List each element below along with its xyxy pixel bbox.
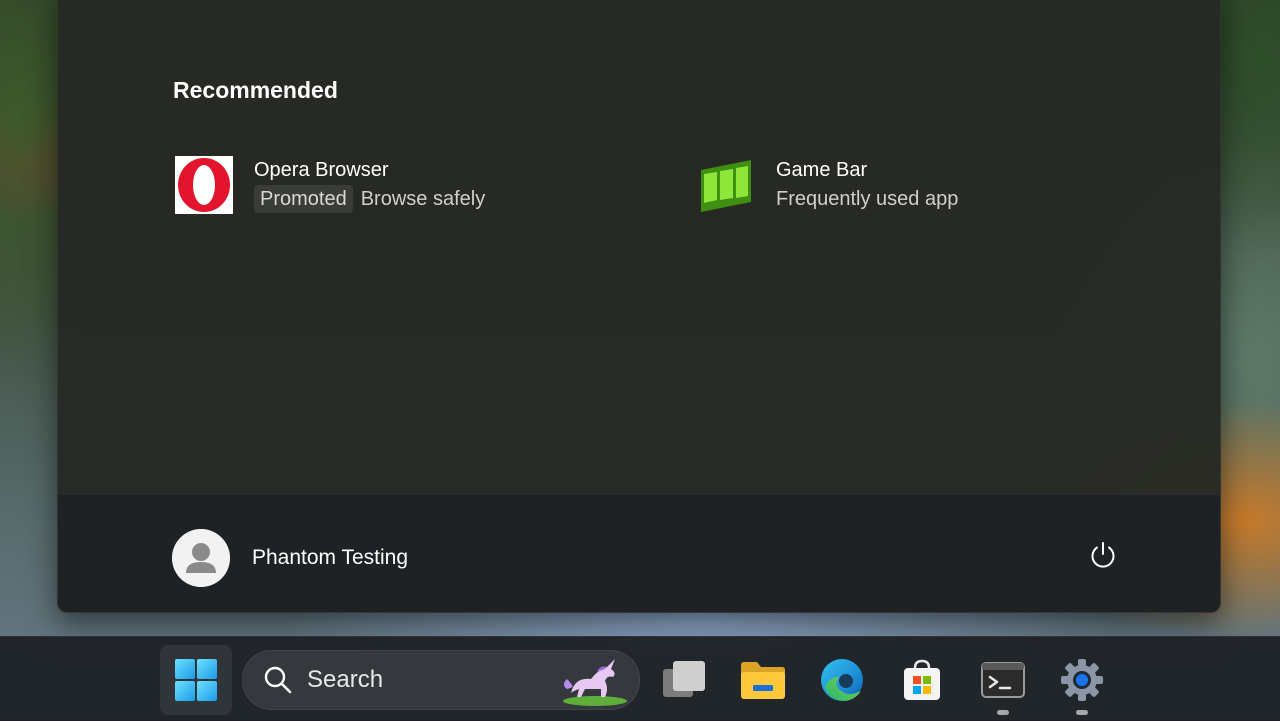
gear-icon	[1061, 659, 1103, 701]
power-icon	[1091, 542, 1115, 568]
recommended-title: Recommended	[173, 77, 338, 103]
start-menu-footer: Phantom Testing	[58, 494, 1220, 612]
opera-subtitle: Browse safely	[360, 188, 486, 210]
terminal-button[interactable]	[967, 645, 1039, 715]
taskbar: Search	[0, 636, 1280, 721]
search-icon	[264, 666, 292, 694]
start-button[interactable]	[160, 645, 232, 715]
windows-logo-icon	[175, 659, 217, 701]
user-account-button[interactable]: Phantom Testing	[172, 525, 416, 591]
recommended-item-game-bar[interactable]: Game Bar Frequently used app	[696, 155, 958, 215]
task-view-button[interactable]	[648, 645, 720, 715]
edge-button[interactable]	[806, 645, 878, 715]
running-indicator	[1076, 710, 1088, 715]
promoted-badge: Promoted	[254, 185, 353, 213]
terminal-icon	[981, 662, 1025, 698]
folder-icon	[741, 662, 785, 699]
game-bar-subtitle: Frequently used app	[776, 188, 959, 210]
search-label: Search	[307, 666, 384, 693]
opera-name: Opera Browser	[254, 159, 389, 181]
game-bar-icon	[696, 155, 756, 215]
edge-icon	[821, 659, 863, 701]
file-explorer-button[interactable]	[727, 645, 799, 715]
task-view-icon	[663, 661, 705, 697]
power-button[interactable]	[1086, 538, 1120, 572]
recommended-item-opera[interactable]: Opera Browser Promoted Browse safely	[174, 155, 485, 215]
opera-icon	[174, 155, 234, 215]
store-icon	[904, 659, 940, 700]
game-bar-name: Game Bar	[776, 159, 868, 181]
start-menu: Recommended Opera Browser Promoted Brows…	[57, 0, 1221, 613]
taskbar-search-box[interactable]: Search	[242, 650, 640, 710]
microsoft-store-button[interactable]	[886, 645, 958, 715]
running-indicator	[997, 710, 1009, 715]
user-name: Phantom Testing	[252, 546, 409, 569]
settings-button[interactable]	[1046, 645, 1118, 715]
user-avatar-icon	[172, 529, 230, 587]
unicorn-icon	[563, 659, 627, 706]
